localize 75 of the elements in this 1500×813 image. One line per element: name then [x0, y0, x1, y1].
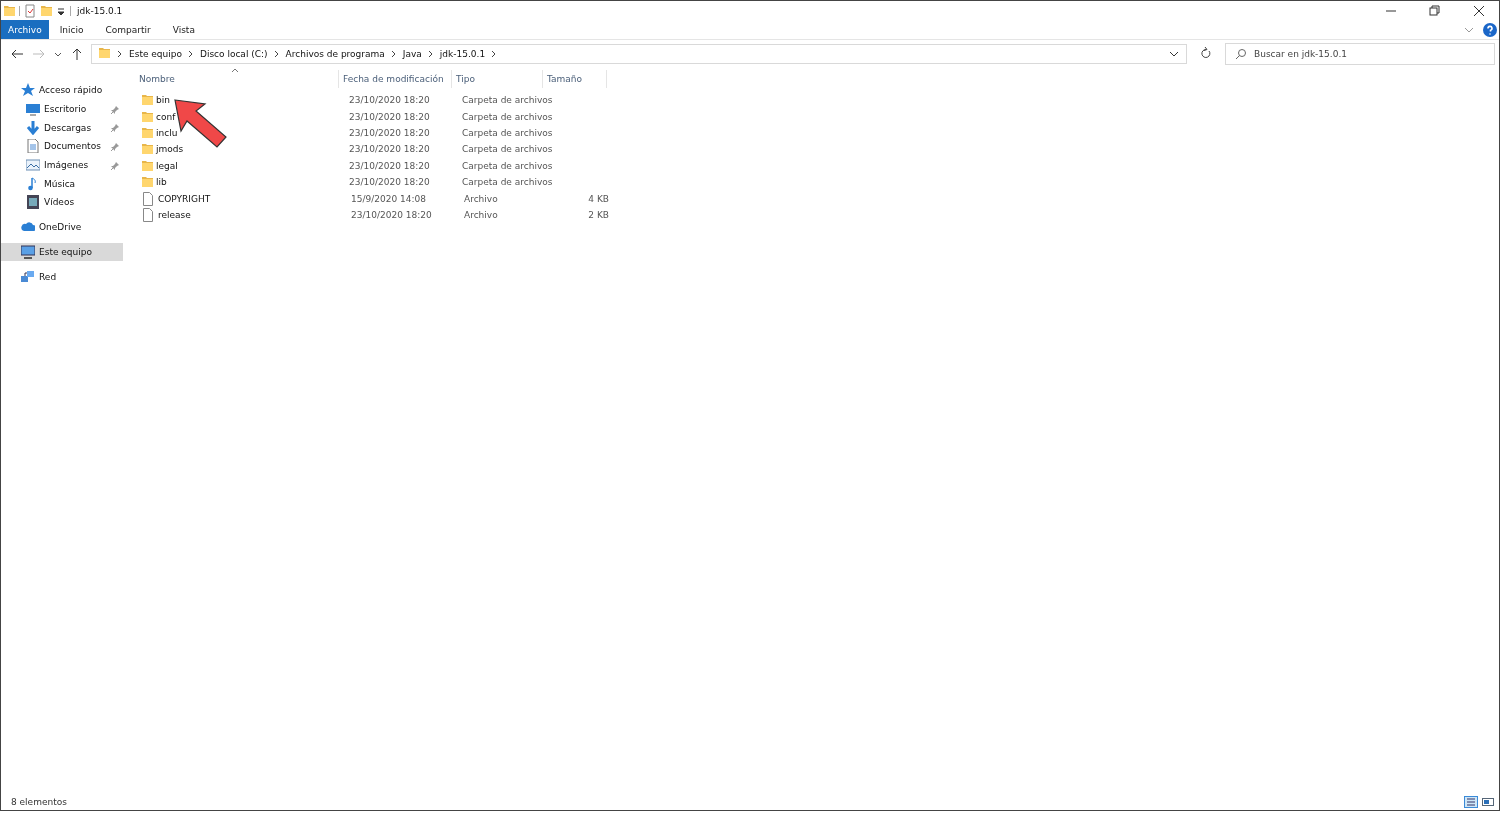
chevron-icon[interactable]	[389, 49, 398, 59]
monitor-icon	[21, 244, 35, 259]
sidebar-item[interactable]: Escritorio	[1, 99, 123, 119]
sidebar-item[interactable]: Documentos	[1, 137, 123, 156]
chevron-icon[interactable]	[426, 49, 435, 59]
table-cell-text: Archivo	[463, 193, 499, 204]
document-icon	[26, 139, 40, 154]
table-cell-text: 2 KB	[587, 209, 610, 220]
table-cell-text: 4 KB	[587, 193, 610, 204]
search-field[interactable]: Buscar en jdk-15.0.1	[1225, 43, 1495, 65]
folder-icon	[141, 175, 153, 190]
file-icon	[141, 191, 155, 206]
sidebar-item[interactable]: Este equipo	[1, 242, 123, 262]
ribbon-tab[interactable]: Vista	[161, 20, 206, 39]
column-header[interactable]: Tipo	[452, 70, 543, 88]
sidebar-item[interactable]: Música	[1, 174, 123, 194]
table-cell-text: 23/10/2020 18:20	[348, 127, 431, 138]
file-name[interactable]: legal	[156, 160, 178, 171]
file-name[interactable]: jmods	[156, 144, 184, 155]
sidebar-item[interactable]: Imágenes	[1, 155, 123, 175]
table-cell-text: 23/10/2020 18:20	[348, 111, 431, 122]
film-icon	[26, 195, 40, 210]
breadcrumb-item[interactable]: Este equipo	[129, 49, 182, 59]
sidebar-item[interactable]: Acceso rápido	[1, 81, 123, 100]
table-cell-text: 15/9/2020 14:08	[350, 193, 427, 204]
table-cell-text: 23/10/2020 18:20	[348, 177, 431, 188]
search-icon	[1235, 48, 1247, 60]
window-title: jdk-15.0.1	[77, 5, 123, 16]
pictures-icon	[26, 158, 40, 173]
large-icons-view-icon[interactable]	[1481, 796, 1495, 808]
file-name[interactable]: conf	[156, 111, 176, 122]
folder-icon	[141, 142, 153, 157]
chevron-icon[interactable]	[272, 49, 281, 59]
down-arrow-icon	[26, 120, 40, 135]
folder-icon	[141, 158, 153, 173]
folder-icon	[141, 109, 153, 124]
item-count: 8 elementos	[11, 797, 67, 807]
column-header[interactable]: Fecha de modificación	[339, 70, 452, 88]
table-cell-text: 23/10/2020 18:20	[348, 144, 431, 155]
ribbon-tab[interactable]: Inicio	[48, 20, 95, 39]
details-view-icon[interactable]	[1464, 796, 1478, 808]
properties-icon[interactable]	[24, 3, 36, 18]
chevron-icon[interactable]	[116, 49, 124, 59]
folder-icon	[3, 3, 15, 18]
file-name[interactable]: lib	[156, 177, 167, 188]
table-cell-text: 23/10/2020 18:20	[348, 95, 431, 106]
table-cell-text: 23/10/2020 18:20	[348, 160, 431, 171]
table-cell-text: Archivo	[463, 209, 499, 220]
folder-icon	[141, 125, 153, 140]
file-name[interactable]: inclu	[156, 127, 178, 138]
ribbon-tab[interactable]: Archivo	[1, 20, 49, 39]
ribbon-tab[interactable]: Compartir	[94, 20, 162, 39]
column-header[interactable]: Tamaño	[543, 70, 607, 88]
breadcrumb-item[interactable]: Java	[402, 49, 422, 59]
network-icon	[21, 269, 35, 284]
breadcrumb-item[interactable]: Disco local (C:)	[200, 49, 268, 59]
table-cell-text: 23/10/2020 18:20	[350, 209, 433, 220]
desktop-icon	[26, 102, 40, 117]
sort-caret-icon	[231, 68, 239, 73]
sidebar-item[interactable]: OneDrive	[1, 217, 123, 237]
file-icon	[141, 207, 155, 222]
column-header[interactable]: Nombre	[135, 70, 339, 88]
file-name[interactable]: release	[158, 209, 191, 220]
sidebar-item[interactable]: Vídeos	[1, 193, 123, 212]
folder-icon	[141, 93, 153, 108]
file-name[interactable]: COPYRIGHT	[158, 193, 211, 204]
chevron-icon[interactable]	[187, 49, 195, 59]
address-bar[interactable]: Este equipo Disco local (C:) Archivos de programa Java jdk-15.0.1	[91, 44, 1187, 64]
star-icon	[21, 83, 35, 98]
file-name[interactable]: bin	[156, 95, 170, 106]
help-icon[interactable]	[1483, 22, 1497, 37]
sidebar-item[interactable]: Descargas	[1, 118, 123, 138]
breadcrumb-item[interactable]: jdk-15.0.1	[439, 49, 486, 59]
breadcrumb-item[interactable]: Archivos de programa	[285, 49, 385, 59]
sidebar-item[interactable]: Red	[1, 267, 123, 286]
